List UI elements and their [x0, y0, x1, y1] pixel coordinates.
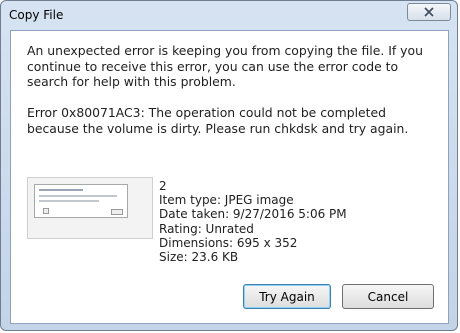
copy-file-dialog: Copy File An unexpected error is keeping… — [0, 0, 458, 331]
try-again-button[interactable]: Try Again — [243, 284, 331, 309]
file-size: Size: 23.6 KB — [159, 250, 239, 265]
file-date-taken: Date taken: 9/27/2016 5:06 PM — [159, 207, 347, 222]
file-details: 2 Item type: JPEG image Date taken: 9/27… — [159, 179, 347, 264]
file-dimensions: Dimensions: 695 x 352 — [159, 235, 298, 250]
close-icon — [424, 7, 434, 17]
close-button[interactable] — [407, 3, 451, 21]
file-item-type: Item type: JPEG image — [159, 193, 294, 208]
file-name: 2 — [159, 179, 167, 193]
error-message: An unexpected error is keeping you from … — [27, 43, 423, 90]
file-rating: Rating: Unrated — [159, 221, 254, 236]
window-title: Copy File — [9, 8, 64, 22]
title-bar[interactable]: Copy File — [1, 1, 457, 29]
dialog-content: An unexpected error is keeping you from … — [10, 30, 449, 324]
cancel-button[interactable]: Cancel — [342, 284, 434, 309]
thumbnail-preview — [34, 184, 128, 218]
error-code-message: Error 0x80071AC3: The operation could no… — [27, 105, 409, 136]
file-thumbnail — [27, 177, 153, 239]
